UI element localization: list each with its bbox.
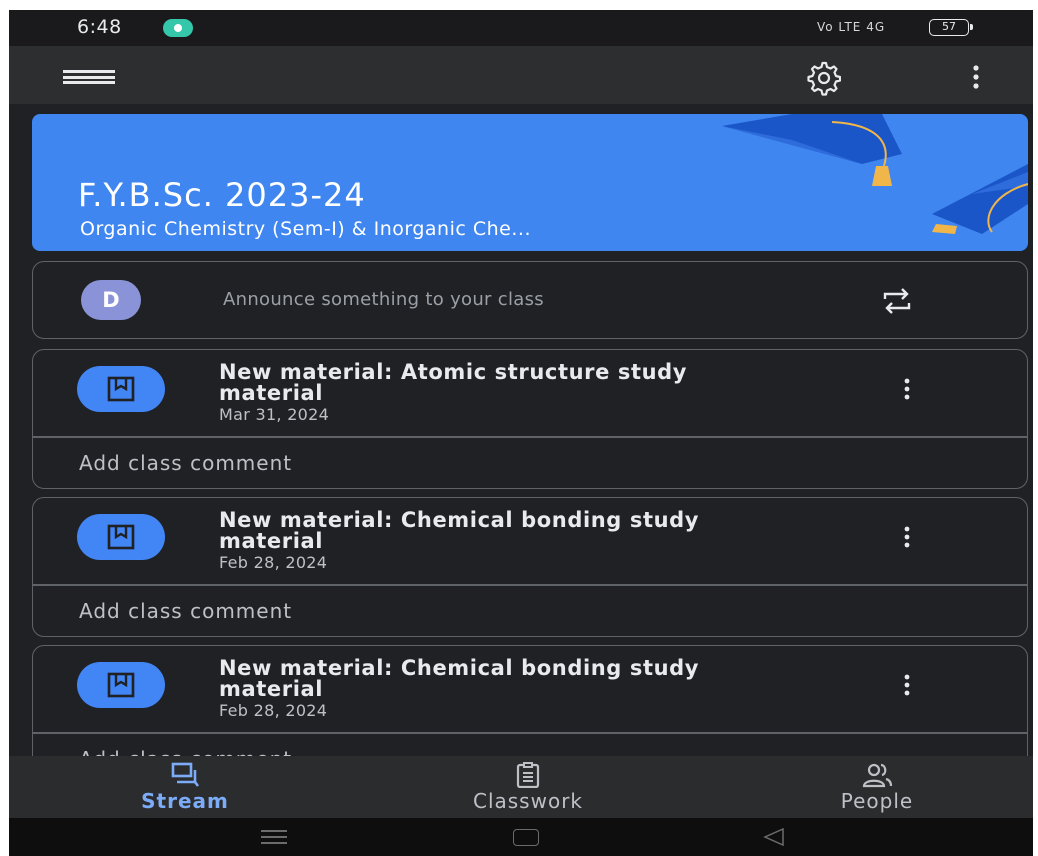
material-icon [77,366,165,412]
people-icon [862,763,893,788]
home-icon[interactable] [513,829,539,846]
more-vert-icon[interactable] [903,526,911,548]
battery-icon: 57 [929,19,973,36]
status-bar: 6:48 Vo LTE 4G 57 [9,10,1033,46]
announce-box[interactable]: D Announce something to your class [32,261,1028,339]
post-date: Feb 28, 2024 [219,701,328,720]
post-title: New material: Atomic structure study mat… [219,360,688,405]
post-title: New material: Chemical bonding study mat… [219,508,700,553]
phone-screen: 6:48 Vo LTE 4G 57 F.Y.B.Sc. 2023-24 Orga… [9,10,1033,856]
status-time: 6:48 [77,16,122,38]
avatar: D [81,280,141,320]
repost-icon[interactable] [881,286,913,316]
recent-apps-icon[interactable] [261,830,287,844]
material-icon [77,514,165,560]
gear-icon[interactable] [805,60,841,96]
network-indicator: Vo LTE 4G [817,20,886,34]
post-header[interactable]: New material: Chemical bonding study mat… [33,646,1027,732]
hamburger-menu-icon[interactable] [63,70,115,84]
add-comment-link[interactable]: Add class comment [79,451,292,475]
nav-stream[interactable]: Stream [105,756,265,818]
app-bar [9,46,1033,104]
classwork-icon [516,762,540,788]
nav-people-label: People [840,789,914,813]
material-icon [77,662,165,708]
stream-post[interactable]: New material: Chemical bonding study mat… [32,497,1028,637]
back-icon[interactable] [763,828,785,846]
class-title: F.Y.B.Sc. 2023-24 [78,176,366,214]
nav-people[interactable]: People [797,756,957,818]
divider [33,584,1027,586]
announce-placeholder[interactable]: Announce something to your class [223,289,544,310]
stream-icon [171,762,200,787]
post-date: Feb 28, 2024 [219,553,328,572]
class-banner[interactable]: F.Y.B.Sc. 2023-24 Organic Chemistry (Sem… [32,114,1028,251]
nav-classwork[interactable]: Classwork [423,756,633,818]
post-header[interactable]: New material: Chemical bonding study mat… [33,498,1027,584]
nav-classwork-label: Classwork [472,789,583,813]
more-vert-icon[interactable] [971,64,981,90]
stream-post[interactable]: New material: Atomic structure study mat… [32,349,1028,489]
more-vert-icon[interactable] [903,674,911,696]
add-comment-link[interactable]: Add class comment [79,599,292,623]
divider [33,732,1027,734]
post-date: Mar 31, 2024 [219,405,330,424]
nav-stream-label: Stream [141,789,229,813]
more-vert-icon[interactable] [903,378,911,400]
notification-icon [163,19,193,37]
bottom-navigation: Stream Classwork People [9,756,1033,818]
post-title: New material: Chemical bonding study mat… [219,656,700,701]
system-navigation-bar [9,818,1033,856]
divider [33,436,1027,438]
post-header[interactable]: New material: Atomic structure study mat… [33,350,1027,436]
class-subtitle: Organic Chemistry (Sem-I) & Inorganic Ch… [80,218,531,240]
